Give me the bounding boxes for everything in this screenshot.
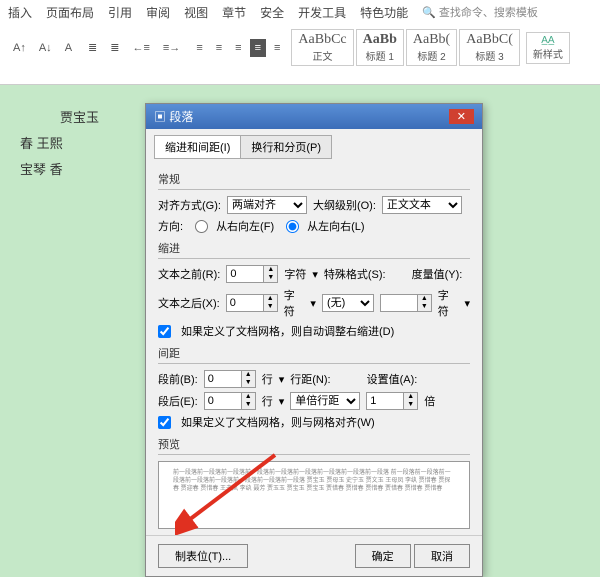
style-h1[interactable]: AaBb标题 1	[356, 29, 404, 66]
tab-line-page[interactable]: 换行和分页(P)	[240, 135, 332, 159]
after-text-label: 文本之后(X):	[158, 295, 220, 311]
unit-bei: 倍	[424, 393, 435, 409]
align-distribute-icon[interactable]: ≡	[269, 39, 285, 57]
dialog-title: ▣ 段落	[154, 108, 193, 125]
align-select[interactable]: 两端对齐	[227, 196, 307, 214]
tab-feature[interactable]: 特色功能	[360, 4, 408, 21]
measure-label: 度量值(Y):	[412, 266, 463, 282]
font-size-inc-icon[interactable]: A↑	[8, 39, 31, 57]
tab-chapter[interactable]: 章节	[222, 4, 246, 21]
style-body[interactable]: AaBbCc正文	[291, 29, 353, 66]
ribbon-tabs: 插入 页面布局 引用 审阅 视图 章节 安全 开发工具 特色功能 🔍 查找命令、…	[0, 0, 600, 25]
tab-insert[interactable]: 插入	[8, 4, 32, 21]
align-label: 对齐方式(G):	[158, 197, 221, 213]
set-value-label: 设置值(A):	[367, 371, 418, 387]
dir-ltr-radio[interactable]	[286, 220, 299, 233]
tabstops-button[interactable]: 制表位(T)...	[158, 544, 248, 568]
clear-format-icon[interactable]: A	[60, 39, 77, 57]
align-left-icon[interactable]: ≡	[191, 39, 207, 57]
align-center-icon[interactable]: ≡	[211, 39, 227, 57]
after-text-spinner[interactable]: ▲▼	[226, 294, 278, 312]
close-icon[interactable]: ✕	[449, 109, 474, 124]
tab-references[interactable]: 引用	[108, 4, 132, 21]
spacing-checkbox[interactable]	[158, 416, 171, 429]
before-text-label: 文本之前(R):	[158, 266, 220, 282]
section-indent: 缩进	[158, 238, 470, 259]
font-size-dec-icon[interactable]: A↓	[34, 39, 57, 57]
style-h2[interactable]: AaBb(标题 2	[406, 29, 457, 66]
indent-inc-icon[interactable]: ≡→	[158, 39, 185, 57]
preview-box: 前一段落前一段落前一段落前一段落前一段落前一段落前一段落前一段落前一段落 前一段…	[158, 461, 470, 529]
align-justify-icon[interactable]: ≡	[250, 39, 266, 57]
outline-select[interactable]: 正文文本	[382, 196, 462, 214]
section-general: 常规	[158, 169, 470, 190]
cancel-button[interactable]: 取消	[414, 544, 470, 568]
tab-security[interactable]: 安全	[260, 4, 284, 21]
indent-checkbox[interactable]	[158, 325, 171, 338]
tab-layout[interactable]: 页面布局	[46, 4, 94, 21]
dir-ltr-label: 从左向右(L)	[307, 218, 364, 234]
dir-rtl-label: 从右向左(F)	[216, 218, 274, 234]
spacing-check-label: 如果定义了文档网格，则与网格对齐(W)	[181, 414, 375, 430]
toolbar: A↑ A↓ A ≣ ≣ ←≡ ≡→ ≡ ≡ ≡ ≡ ≡ AaBbCc正文 AaB…	[0, 25, 600, 70]
align-right-icon[interactable]: ≡	[230, 39, 246, 57]
before-para-label: 段前(B):	[158, 371, 198, 387]
measure-spinner[interactable]: ▲▼	[380, 294, 432, 312]
special-label: 特殊格式(S):	[324, 266, 386, 282]
before-text-spinner[interactable]: ▲▼	[226, 265, 278, 283]
indent-check-label: 如果定义了文档网格，则自动调整右缩进(D)	[181, 323, 394, 339]
after-para-spinner[interactable]: ▲▼	[204, 392, 256, 410]
ok-button[interactable]: 确定	[355, 544, 411, 568]
dir-rtl-radio[interactable]	[195, 220, 208, 233]
ribbon: 插入 页面布局 引用 审阅 视图 章节 安全 开发工具 特色功能 🔍 查找命令、…	[0, 0, 600, 85]
new-style-button[interactable]: A̲A̲新样式	[526, 32, 570, 64]
unit-char: 字符	[284, 266, 306, 282]
before-para-spinner[interactable]: ▲▼	[204, 370, 256, 388]
tab-devtools[interactable]: 开发工具	[298, 4, 346, 21]
tab-indent-spacing[interactable]: 缩进和间距(I)	[154, 135, 241, 159]
paragraph-dialog: ▣ 段落 ✕ 缩进和间距(I) 换行和分页(P) 常规 对齐方式(G): 两端对…	[145, 103, 483, 577]
unit-char2: 字符	[284, 287, 305, 319]
dialog-titlebar: ▣ 段落 ✕	[146, 104, 482, 129]
tab-view[interactable]: 视图	[184, 4, 208, 21]
bullet-list-icon[interactable]: ≣	[83, 38, 102, 57]
special-select[interactable]: (无)	[322, 294, 374, 312]
unit-line2: 行	[262, 393, 273, 409]
unit-line: 行	[262, 371, 273, 387]
number-list-icon[interactable]: ≣	[105, 38, 124, 57]
set-value-spinner[interactable]: ▲▼	[366, 392, 418, 410]
search-box[interactable]: 🔍 查找命令、搜索模板	[422, 4, 538, 21]
outline-label: 大纲级别(O):	[313, 197, 376, 213]
direction-label: 方向:	[158, 218, 183, 234]
section-preview: 预览	[158, 434, 470, 455]
indent-dec-icon[interactable]: ←≡	[127, 39, 154, 57]
unit-char3: 字符	[438, 287, 459, 319]
section-spacing: 间距	[158, 343, 470, 364]
after-para-label: 段后(E):	[158, 393, 198, 409]
style-gallery: AaBbCc正文 AaBb标题 1 AaBb(标题 2 AaBbC(标题 3	[291, 29, 519, 66]
tab-review[interactable]: 审阅	[146, 4, 170, 21]
line-spacing-label: 行距(N):	[290, 371, 330, 387]
line-spacing-select[interactable]: 单倍行距	[290, 392, 360, 410]
style-h3[interactable]: AaBbC(标题 3	[459, 29, 520, 66]
